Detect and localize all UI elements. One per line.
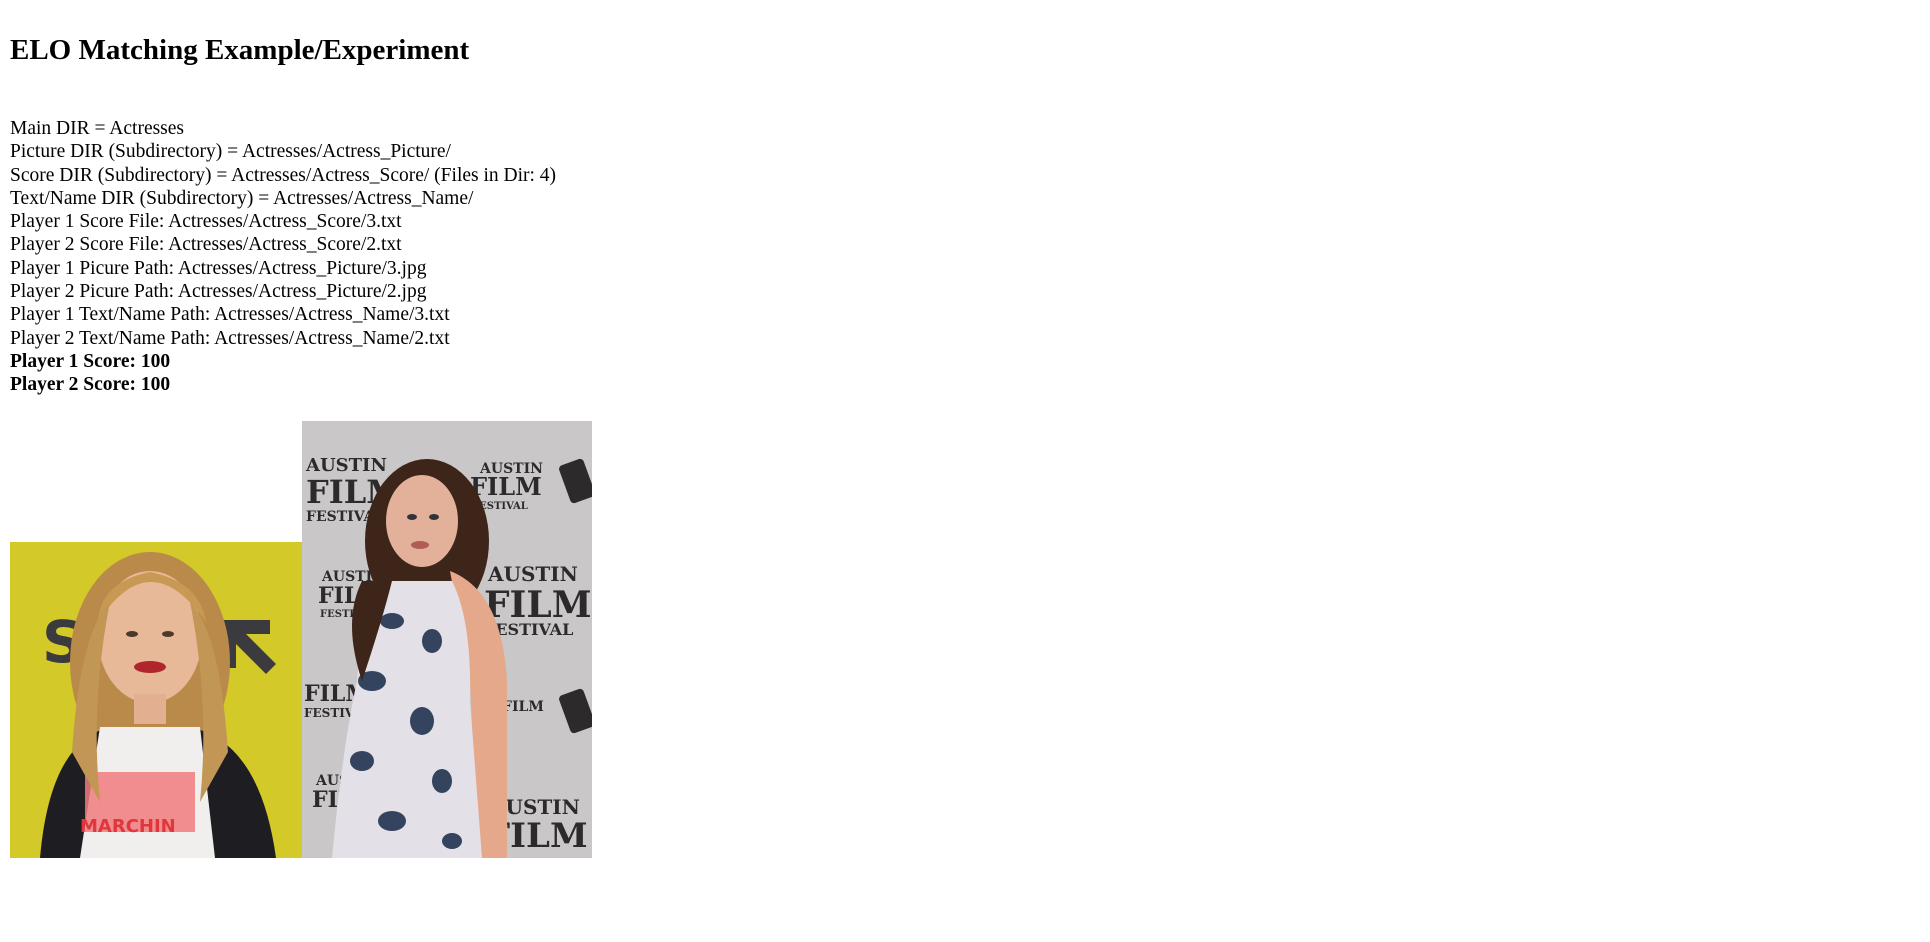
info-block: Main DIR = Actresses Picture DIR (Subdir… <box>10 117 556 397</box>
player1-photo[interactable]: SX MARCHIN <box>10 542 302 858</box>
player2-picture-path-line: Player 2 Picure Path: Actresses/Actress_… <box>10 281 427 303</box>
player1-score-file-line: Player 1 Score File: Actresses/Actress_S… <box>10 211 402 233</box>
picture-dir-line: Picture DIR (Subdirectory) = Actresses/A… <box>10 141 451 163</box>
player1-name-path-line: Player 1 Text/Name Path: Actresses/Actre… <box>10 304 450 326</box>
player2-score-file-line: Player 2 Score File: Actresses/Actress_S… <box>10 234 402 256</box>
svg-text:MARCHIN: MARCHIN <box>80 816 176 837</box>
player1-picture-path-line: Player 1 Picure Path: Actresses/Actress_… <box>10 257 427 279</box>
page-title: ELO Matching Example/Experiment <box>10 34 470 66</box>
player-photos: SX MARCHIN <box>10 421 592 858</box>
svg-text:FILM: FILM <box>470 472 542 501</box>
player2-score: Player 2 Score: 100 <box>10 374 171 396</box>
svg-text:FILM: FILM <box>502 699 544 715</box>
player2-photo[interactable]: AUSTIN FILM FESTIVAL AUSTIN FILM FESTIVA… <box>302 421 592 858</box>
score-dir-line: Score DIR (Subdirectory) = Actresses/Act… <box>10 164 557 186</box>
name-dir-line: Text/Name DIR (Subdirectory) = Actresses… <box>10 187 474 209</box>
svg-text:AUSTIN: AUSTIN <box>487 562 578 586</box>
player2-name-path-line: Player 2 Text/Name Path: Actresses/Actre… <box>10 327 450 349</box>
player1-score: Player 1 Score: 100 <box>10 350 171 372</box>
main-dir-line: Main DIR = Actresses <box>10 118 185 139</box>
